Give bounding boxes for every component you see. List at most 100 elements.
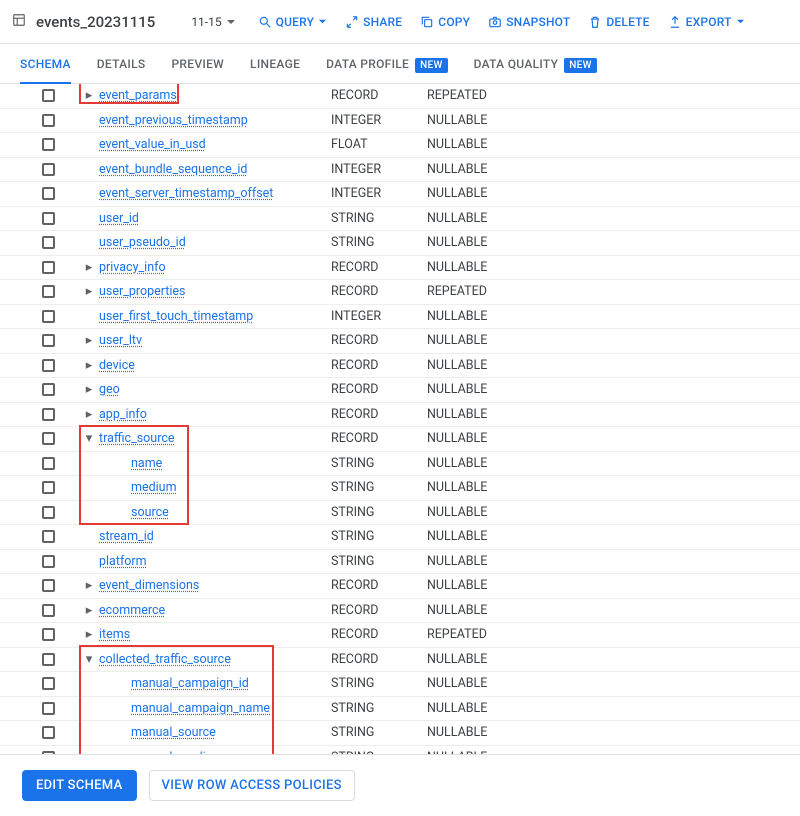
row-checkbox[interactable]: [42, 114, 55, 127]
row-checkbox[interactable]: [42, 187, 55, 200]
row-checkbox[interactable]: [42, 604, 55, 617]
field-name-link[interactable]: manual_campaign_id: [131, 676, 249, 691]
field-type: RECORD: [331, 431, 427, 446]
field-name-link[interactable]: stream_id: [99, 529, 154, 544]
field-name-link[interactable]: medium: [131, 480, 177, 495]
expander-closed-icon[interactable]: ▸: [83, 88, 95, 103]
field-mode: NULLABLE: [427, 113, 547, 128]
row-checkbox[interactable]: [42, 481, 55, 494]
field-name-link[interactable]: event_previous_timestamp: [99, 113, 248, 128]
tab-schema[interactable]: SCHEMA: [20, 45, 71, 83]
row-checkbox[interactable]: [42, 530, 55, 543]
row-checkbox[interactable]: [42, 726, 55, 739]
field-type: RECORD: [331, 260, 427, 275]
field-name-link[interactable]: privacy_info: [99, 260, 166, 275]
tab-lineage[interactable]: LINEAGE: [250, 45, 300, 83]
field-name-link[interactable]: event_value_in_usd: [99, 137, 206, 152]
schema-row: event_bundle_sequence_idINTEGERNULLABLE: [0, 158, 800, 183]
row-checkbox[interactable]: [42, 677, 55, 690]
schema-row: nameSTRINGNULLABLE: [0, 452, 800, 477]
row-checkbox[interactable]: [42, 212, 55, 225]
field-name-link[interactable]: event_dimensions: [99, 578, 199, 593]
schema-row: ▸event_dimensionsRECORDNULLABLE: [0, 574, 800, 599]
field-mode: NULLABLE: [427, 725, 547, 740]
row-checkbox[interactable]: [42, 261, 55, 274]
field-name-link[interactable]: ecommerce: [99, 603, 165, 618]
field-type: RECORD: [331, 652, 427, 667]
field-name-link[interactable]: traffic_source: [99, 431, 175, 446]
row-checkbox[interactable]: [42, 138, 55, 151]
expander-closed-icon[interactable]: ▸: [83, 627, 95, 642]
view-row-access-button[interactable]: VIEW ROW ACCESS POLICIES: [149, 770, 355, 801]
schema-row: event_server_timestamp_offsetINTEGERNULL…: [0, 182, 800, 207]
row-checkbox[interactable]: [42, 555, 55, 568]
field-name-link[interactable]: user_ltv: [99, 333, 142, 348]
field-name-link[interactable]: geo: [99, 382, 120, 397]
field-name-link[interactable]: event_bundle_sequence_id: [99, 162, 247, 177]
expander-closed-icon[interactable]: ▸: [83, 358, 95, 373]
field-name-link[interactable]: app_info: [99, 407, 147, 422]
expander-closed-icon[interactable]: ▸: [83, 284, 95, 299]
schema-row: event_previous_timestampINTEGERNULLABLE: [0, 109, 800, 134]
field-name-link[interactable]: items: [99, 627, 130, 642]
field-type: INTEGER: [331, 162, 427, 177]
tab-data-quality[interactable]: DATA QUALITYNEW: [474, 45, 597, 83]
field-type: STRING: [331, 456, 427, 471]
field-name-link[interactable]: user_properties: [99, 284, 186, 299]
schema-row: sourceSTRINGNULLABLE: [0, 501, 800, 526]
row-checkbox[interactable]: [42, 579, 55, 592]
field-name-link[interactable]: user_id: [99, 211, 139, 226]
query-button[interactable]: QUERY: [252, 11, 334, 33]
expander-closed-icon[interactable]: ▸: [83, 260, 95, 275]
expander-open-icon[interactable]: ▾: [83, 652, 95, 667]
row-checkbox[interactable]: [42, 432, 55, 445]
date-range-dropdown[interactable]: 11-15: [185, 11, 241, 33]
row-checkbox[interactable]: [42, 285, 55, 298]
field-name-link[interactable]: manual_campaign_name: [131, 701, 270, 716]
share-button[interactable]: SHARE: [339, 11, 408, 33]
expander-closed-icon[interactable]: ▸: [83, 578, 95, 593]
row-checkbox[interactable]: [42, 457, 55, 470]
snapshot-button[interactable]: SNAPSHOT: [482, 11, 576, 33]
field-name-link[interactable]: name: [131, 456, 162, 471]
tab-data-profile[interactable]: DATA PROFILENEW: [326, 45, 447, 83]
arrow-drop-down-icon: [226, 17, 236, 27]
row-checkbox[interactable]: [42, 628, 55, 641]
field-name-link[interactable]: collected_traffic_source: [99, 652, 231, 667]
row-checkbox[interactable]: [42, 506, 55, 519]
field-name-link[interactable]: event_server_timestamp_offset: [99, 186, 273, 201]
row-checkbox[interactable]: [42, 702, 55, 715]
field-name-link[interactable]: event_params: [99, 88, 177, 103]
row-checkbox[interactable]: [42, 163, 55, 176]
tab-preview[interactable]: PREVIEW: [171, 45, 224, 83]
expander-closed-icon[interactable]: ▸: [83, 407, 95, 422]
row-checkbox[interactable]: [42, 310, 55, 323]
export-button[interactable]: EXPORT: [662, 11, 751, 33]
field-type: RECORD: [331, 407, 427, 422]
field-name-link[interactable]: manual_source: [131, 725, 216, 740]
row-checkbox[interactable]: [42, 383, 55, 396]
tab-details[interactable]: DETAILS: [97, 45, 146, 83]
field-type: RECORD: [331, 603, 427, 618]
field-name-link[interactable]: user_first_touch_timestamp: [99, 309, 253, 324]
row-checkbox[interactable]: [42, 236, 55, 249]
expander-closed-icon[interactable]: ▸: [83, 382, 95, 397]
field-name-link[interactable]: platform: [99, 554, 147, 569]
expander-open-icon[interactable]: ▾: [83, 431, 95, 446]
row-checkbox[interactable]: [42, 334, 55, 347]
field-type: RECORD: [331, 358, 427, 373]
row-checkbox[interactable]: [42, 653, 55, 666]
expander-closed-icon[interactable]: ▸: [83, 603, 95, 618]
field-name-link[interactable]: source: [131, 505, 169, 520]
footer-bar: EDIT SCHEMA VIEW ROW ACCESS POLICIES: [0, 754, 800, 816]
row-checkbox[interactable]: [42, 359, 55, 372]
expander-closed-icon[interactable]: ▸: [83, 333, 95, 348]
field-name-link[interactable]: device: [99, 358, 135, 373]
field-name-link[interactable]: user_pseudo_id: [99, 235, 186, 250]
field-mode: NULLABLE: [427, 554, 547, 569]
copy-button[interactable]: COPY: [414, 11, 476, 33]
row-checkbox[interactable]: [42, 89, 55, 102]
delete-button[interactable]: DELETE: [582, 11, 655, 33]
row-checkbox[interactable]: [42, 408, 55, 421]
edit-schema-button[interactable]: EDIT SCHEMA: [22, 770, 137, 801]
